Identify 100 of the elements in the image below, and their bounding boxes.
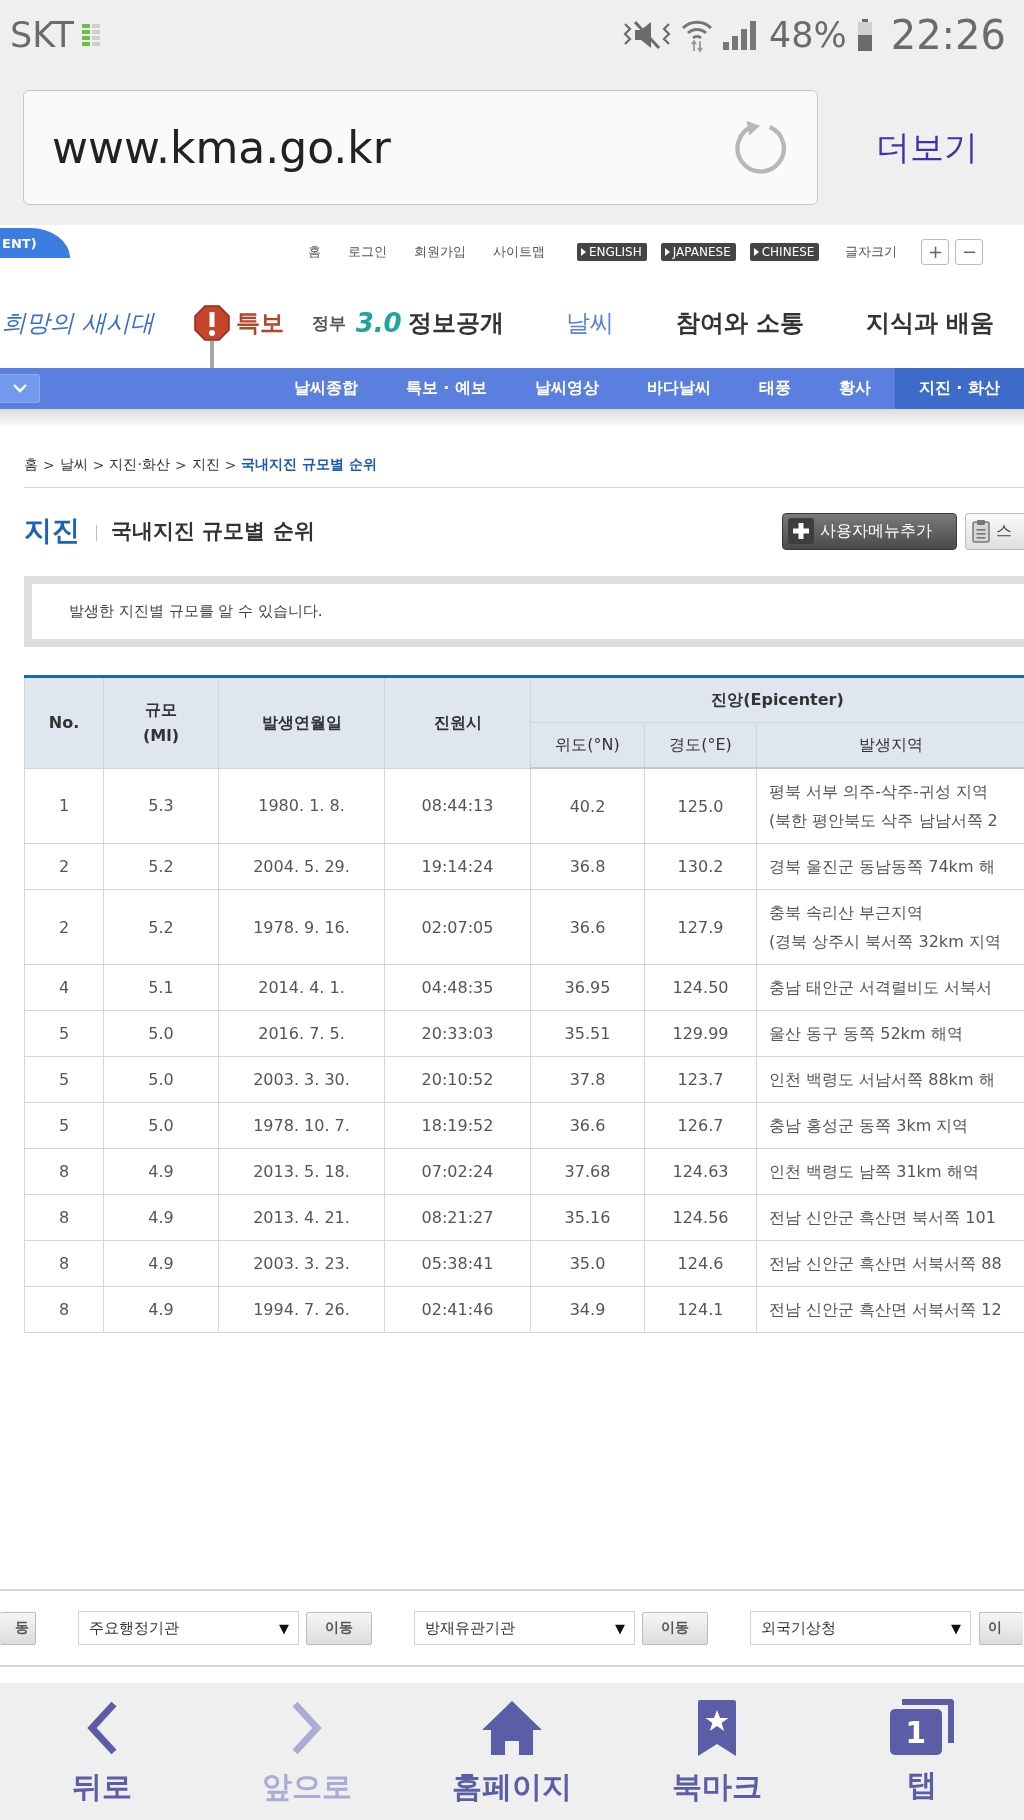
table-cell: 124.1	[644, 1286, 757, 1333]
table-cell: 35.16	[530, 1194, 645, 1241]
table-cell: 04:48:35	[384, 964, 531, 1011]
breadcrumb-link[interactable]: 지진·화산	[109, 456, 170, 474]
subnav-tab[interactable]: 태풍	[734, 368, 815, 409]
breadcrumb-separator: >	[43, 456, 55, 475]
chevron-right-icon	[291, 1700, 324, 1756]
go-button[interactable]: 이	[979, 1611, 1023, 1645]
table-cell: 4	[24, 964, 104, 1011]
chevron-down-icon	[12, 384, 27, 393]
column-header: 발생지역	[756, 722, 1024, 768]
table-cell: 124.56	[644, 1194, 757, 1241]
table-cell: 5.1	[103, 964, 219, 1011]
utility-link[interactable]: 회원가입	[414, 242, 466, 261]
breadcrumb-link[interactable]: 홈	[24, 456, 38, 474]
table-cell: 1980. 1. 8.	[218, 768, 385, 844]
triangle-icon	[581, 247, 586, 256]
more-menu-button[interactable]: 더보기	[876, 124, 978, 171]
table-cell: 1	[24, 768, 104, 844]
subnav-tab[interactable]: 특보 · 예보	[381, 368, 511, 409]
table-cell: 37.68	[530, 1148, 645, 1195]
main-nav-tab[interactable]: 참여와 소통	[675, 307, 805, 339]
triangle-icon	[664, 247, 670, 256]
home-button[interactable]: 홈페이지	[409, 1683, 615, 1820]
reload-icon[interactable]	[733, 120, 787, 175]
table-cell: 19:14:24	[384, 843, 531, 890]
dropdown-field[interactable]: 주요행정기관 ▼	[78, 1611, 299, 1645]
muted-speaker-icon	[622, 18, 671, 52]
breadcrumb-separator: >	[224, 456, 237, 475]
font-size-button[interactable]: +	[921, 238, 950, 265]
table-cell: 2013. 4. 21.	[218, 1194, 385, 1241]
table-cell: 2013. 5. 18.	[218, 1148, 385, 1195]
clipboard-button[interactable]: 스	[965, 512, 1024, 550]
breadcrumb-link[interactable]: 국내지진 규모별 순위	[241, 456, 378, 474]
subnav-tab[interactable]: 지진 · 화산	[894, 368, 1024, 409]
dropdown-field[interactable]: 방재유관기관 ▼	[414, 1611, 635, 1645]
info-disclosure-link[interactable]: 정보공개	[407, 307, 504, 339]
table-cell: 35.0	[530, 1240, 645, 1287]
table-cell: 02:41:46	[384, 1286, 531, 1333]
bookmark-button[interactable]: 북마크	[614, 1683, 820, 1820]
warning-sign-icon	[193, 305, 230, 368]
table-cell: 5.3	[103, 768, 219, 844]
table-cell: 08:44:13	[384, 768, 531, 844]
table-cell: 124.50	[644, 964, 757, 1011]
go-button[interactable]: 이동	[642, 1611, 708, 1645]
table-cell: 126.7	[644, 1102, 757, 1149]
address-field[interactable]: www.kma.go.kr	[23, 90, 818, 205]
table-cell: 4.9	[103, 1194, 219, 1241]
carrier-name: SKT	[10, 15, 74, 55]
language-button[interactable]: JAPANESE	[660, 242, 736, 261]
alert-link[interactable]: 특보	[235, 307, 284, 339]
table-cell: 4.9	[103, 1286, 219, 1333]
utility-link[interactable]: 사이트맵	[493, 242, 545, 261]
section-title: 지진	[24, 513, 80, 549]
subnav-tab[interactable]: 황사	[814, 368, 895, 409]
table-cell: 35.51	[530, 1010, 645, 1057]
subnav-tab[interactable]: 바다날씨	[622, 368, 735, 409]
breadcrumb-link[interactable]: 지진	[191, 456, 220, 474]
table-cell: 127.9	[644, 889, 757, 965]
table-cell: 20:33:03	[384, 1010, 531, 1057]
table-cell: 37.8	[530, 1056, 645, 1103]
table-cell: 8	[24, 1148, 104, 1195]
table-cell: 05:38:41	[384, 1240, 531, 1287]
font-size-button[interactable]: −	[955, 238, 984, 265]
slogan-logo[interactable]: 희망의 새시대	[0, 307, 154, 339]
add-menu-button[interactable]: 사용자메뉴추가	[782, 512, 957, 550]
utility-link[interactable]: 홈	[308, 242, 321, 261]
go-button[interactable]: 이동	[306, 1611, 372, 1645]
dropdown-field[interactable]: 외국기상청 ▼	[750, 1611, 971, 1645]
subnav-tab[interactable]: 날씨영상	[510, 368, 623, 409]
main-nav-tab[interactable]: 지식과 배움	[866, 307, 995, 339]
table-cell: 5.2	[103, 889, 219, 965]
table-cell: 2004. 5. 29.	[218, 843, 385, 890]
language-button[interactable]: ENGLISH	[577, 242, 647, 261]
breadcrumb-link[interactable]: 날씨	[59, 456, 88, 474]
subnav-tab[interactable]: 날씨종합	[269, 368, 382, 409]
main-nav-tab[interactable]: 날씨	[565, 307, 614, 339]
table-cell: 123.7	[644, 1056, 757, 1103]
table-cell: 40.2	[530, 768, 645, 844]
table-cell: 08:21:27	[384, 1194, 531, 1241]
table-cell: 8	[24, 1240, 104, 1287]
utility-link[interactable]: 로그인	[348, 242, 387, 261]
table-cell: 4.9	[103, 1240, 219, 1287]
table-cell: 1978. 9. 16.	[218, 889, 385, 965]
back-button[interactable]: 뒤로	[0, 1683, 205, 1820]
column-header: 위도(°N)	[530, 722, 645, 768]
table-cell: 5.2	[103, 843, 219, 890]
clock-time: 22:26	[890, 12, 1006, 58]
triangle-icon	[753, 247, 759, 256]
table-cell: 1994. 7. 26.	[218, 1286, 385, 1333]
table-cell: 18:19:52	[384, 1102, 531, 1149]
table-cell: 5	[24, 1056, 104, 1103]
language-button[interactable]: CHINESE	[749, 242, 820, 261]
table-cell: 4.9	[103, 1148, 219, 1195]
table-cell: 36.95	[530, 964, 645, 1011]
banner-tab[interactable]: ENT)	[0, 228, 70, 258]
tabs-button[interactable]: 1 탭	[819, 1683, 1024, 1820]
table-cell: 36.6	[530, 1102, 645, 1149]
go-button[interactable]: 동	[0, 1611, 36, 1645]
menu-dropdown-button[interactable]	[0, 374, 40, 403]
